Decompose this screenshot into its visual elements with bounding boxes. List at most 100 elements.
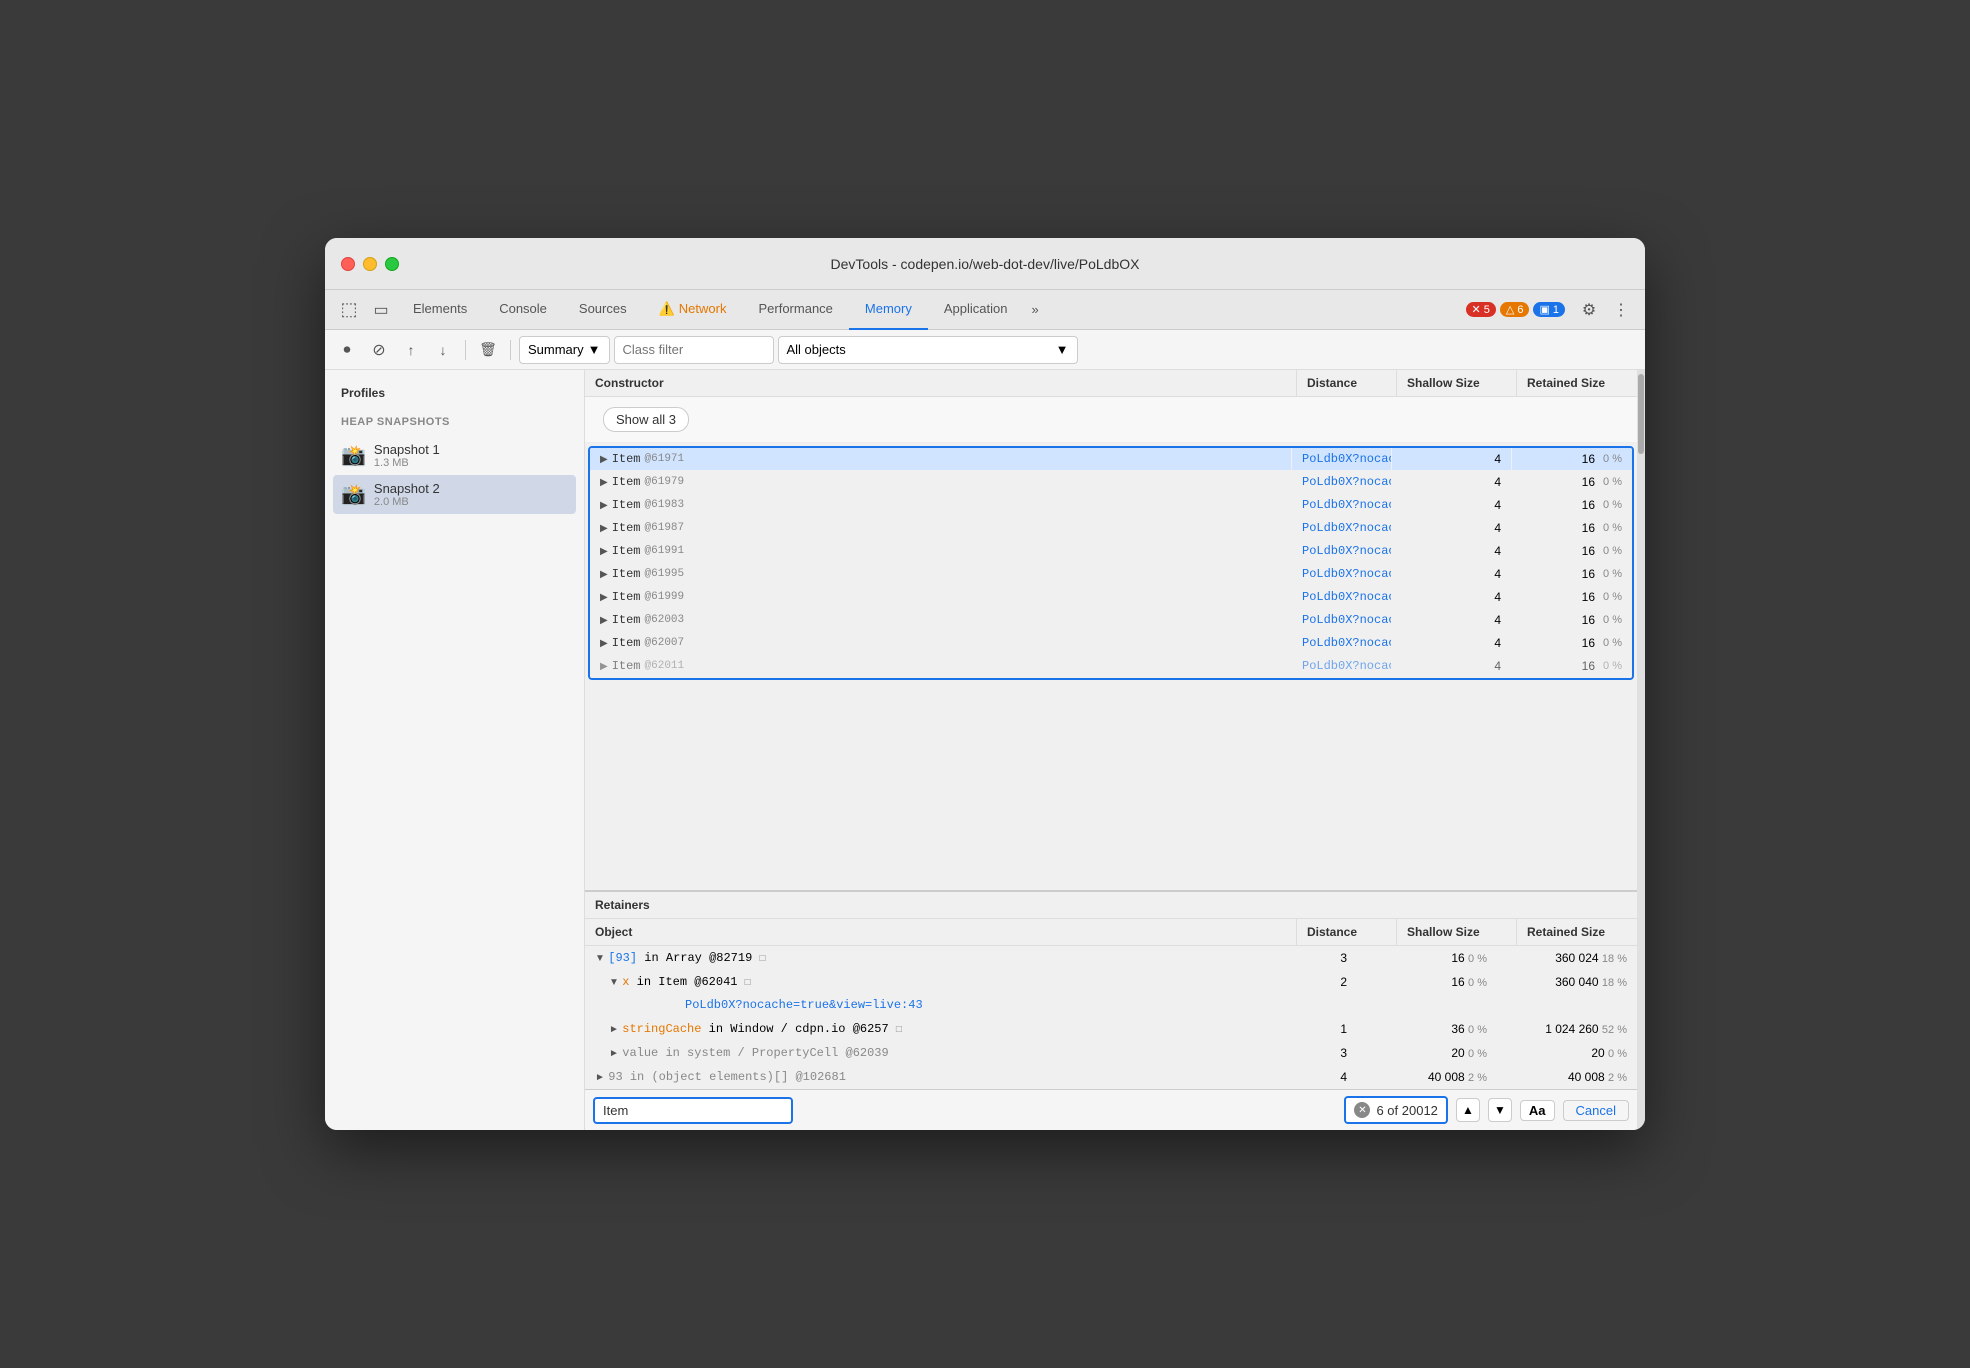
retained-size-column-header[interactable]: Retained Size <box>1517 370 1637 396</box>
object-column-header[interactable]: Object <box>585 919 1297 945</box>
link-cell[interactable]: PoLdb0X?nocache=true&view=live:43 <box>1292 609 1392 631</box>
expand-icon[interactable]: ▶ <box>600 569 608 580</box>
retainer-row[interactable]: ▼ x in Item @62041 □ 2 16 0 % 360 040 18… <box>585 970 1637 994</box>
link-cell[interactable]: PoLdb0X?nocache=true&view=live:43 <box>1292 494 1392 516</box>
inspector-icon[interactable]: ⬚ <box>333 296 365 324</box>
item-name: Item <box>612 452 641 466</box>
link-cell[interactable]: PoLdb0X?nocache=true&view=live:43 <box>1292 471 1392 493</box>
class-filter-input[interactable] <box>614 336 774 364</box>
retainers-table-body: ▼ [93] in Array @82719 □ 3 16 0 % 360 02… <box>585 946 1637 1089</box>
tab-sources[interactable]: Sources <box>563 290 643 330</box>
warning-icon: ⚠️ <box>659 301 675 317</box>
expand-icon[interactable]: ▶ <box>600 592 608 603</box>
delete-button[interactable]: 🗑 <box>474 336 502 364</box>
snapshot-1-item[interactable]: 📸 Snapshot 1 1.3 MB <box>333 436 576 475</box>
constructor-table-header: Constructor Distance Shallow Size Retain… <box>585 370 1637 397</box>
expand-icon[interactable]: ▶ <box>600 661 608 672</box>
expand-icon[interactable]: ► <box>595 1072 605 1083</box>
retainer-row[interactable]: PoLdb0X?nocache=true&view=live:43 <box>585 994 1637 1017</box>
more-options-icon[interactable]: ⋮ <box>1605 296 1637 324</box>
distance-cell: 4 <box>1392 586 1512 608</box>
expand-icon[interactable]: ▶ <box>600 523 608 534</box>
table-row[interactable]: ▶Item @62003 PoLdb0X?nocache=true&view=l… <box>590 609 1632 632</box>
ret-shallow-cell: 16 0 % <box>1357 947 1497 969</box>
link-cell[interactable]: PoLdb0X?nocache=true&view=live:43 <box>1292 632 1392 654</box>
expand-icon[interactable]: ▶ <box>600 477 608 488</box>
expand-icon[interactable]: ▶ <box>600 615 608 626</box>
retainer-link-cell[interactable]: PoLdb0X?nocache=true&view=live:43 <box>585 994 1277 1016</box>
expand-icon[interactable]: ▶ <box>600 638 608 649</box>
shallow-size-column-header[interactable]: Shallow Size <box>1397 370 1517 396</box>
retainer-row[interactable]: ► stringCache in Window / cdpn.io @6257 … <box>585 1017 1637 1041</box>
summary-dropdown[interactable]: Summary ▼ <box>519 336 610 364</box>
constructor-cell: ▶Item @61991 <box>590 540 1292 562</box>
device-toolbar-icon[interactable]: ▭ <box>365 296 397 324</box>
table-row[interactable]: ▶Item @62011 PoLdb0X?nocache=true&view=l… <box>590 655 1632 678</box>
show-all-button[interactable]: Show all 3 <box>603 407 689 432</box>
maximize-button[interactable] <box>385 257 399 271</box>
expand-icon[interactable]: ► <box>609 1024 619 1035</box>
tab-application[interactable]: Application <box>928 290 1024 330</box>
link-cell[interactable]: PoLdb0X?nocache=true&view=live:43 <box>1292 448 1392 470</box>
table-row[interactable]: ▶Item @61987 PoLdb0X?nocache=true&view=l… <box>590 517 1632 540</box>
expand-icon[interactable]: ▶ <box>600 546 608 557</box>
record-button[interactable]: ⏺ <box>333 336 361 364</box>
error-badge[interactable]: ✕ 5 <box>1466 302 1496 317</box>
tab-elements[interactable]: Elements <box>397 290 483 330</box>
snapshot-2-item[interactable]: 📸 Snapshot 2 2.0 MB <box>333 475 576 514</box>
ret-shallow-header[interactable]: Shallow Size <box>1397 919 1517 945</box>
table-row[interactable]: ▶Item @61979 PoLdb0X?nocache=true&view=l… <box>590 471 1632 494</box>
minimize-button[interactable] <box>363 257 377 271</box>
link-cell[interactable]: PoLdb0X?nocache=true&view=live:43 <box>1292 540 1392 562</box>
search-input[interactable] <box>603 1103 783 1118</box>
download-button[interactable]: ↓ <box>429 336 457 364</box>
close-button[interactable] <box>341 257 355 271</box>
tab-console[interactable]: Console <box>483 290 563 330</box>
link-cell[interactable]: PoLdb0X?nocache=true&view=live:43 <box>1292 517 1392 539</box>
tab-network[interactable]: ⚠️ Network <box>643 290 743 330</box>
ret-retained-header[interactable]: Retained Size <box>1517 919 1637 945</box>
search-clear-button[interactable]: ✕ <box>1354 1102 1370 1118</box>
retainer-row[interactable]: ► value in system / PropertyCell @62039 … <box>585 1041 1637 1065</box>
table-row[interactable]: ▶Item @61983 PoLdb0X?nocache=true&view=l… <box>590 494 1632 517</box>
expand-icon[interactable]: ▼ <box>595 953 605 964</box>
warning-badge[interactable]: △ 6 <box>1500 302 1530 317</box>
tab-memory[interactable]: Memory <box>849 290 928 330</box>
scrollbar[interactable] <box>1637 370 1645 1130</box>
upload-button[interactable]: ↑ <box>397 336 425 364</box>
retainer-row[interactable]: ▼ [93] in Array @82719 □ 3 16 0 % 360 02… <box>585 946 1637 970</box>
search-prev-button[interactable]: ▲ <box>1456 1098 1480 1122</box>
all-objects-dropdown[interactable]: All objects ▼ <box>778 336 1078 364</box>
retainer-row[interactable]: ► 93 in (object elements)[] @102681 4 40… <box>585 1065 1637 1089</box>
match-case-button[interactable]: Aa <box>1520 1100 1555 1121</box>
constructor-column-header[interactable]: Constructor <box>585 370 1297 396</box>
memory-toolbar: ⏺ ⊘ ↑ ↓ 🗑 Summary ▼ All objects ▼ <box>325 330 1645 370</box>
table-row[interactable]: ▶ Item @61971 PoLdb0X?nocache=true&view=… <box>590 448 1632 471</box>
ret-distance-cell: 3 <box>1277 947 1357 969</box>
expand-icon[interactable]: ▶ <box>600 500 608 511</box>
cancel-search-button[interactable]: Cancel <box>1563 1100 1629 1121</box>
expand-icon[interactable]: ▼ <box>609 977 619 988</box>
tab-performance[interactable]: Performance <box>742 290 848 330</box>
table-row[interactable]: ▶Item @61999 PoLdb0X?nocache=true&view=l… <box>590 586 1632 609</box>
search-next-button[interactable]: ▼ <box>1488 1098 1512 1122</box>
devtools-window: DevTools - codepen.io/web-dot-dev/live/P… <box>325 238 1645 1130</box>
more-tabs-button[interactable]: » <box>1023 302 1046 317</box>
distance-column-header[interactable]: Distance <box>1297 370 1397 396</box>
link-cell[interactable]: PoLdb0X?nocache=true&view=live:43 <box>1292 563 1392 585</box>
link-cell[interactable]: PoLdb0X?nocache=true&view=live:43 <box>1292 586 1392 608</box>
table-row[interactable]: ▶Item @62007 PoLdb0X?nocache=true&view=l… <box>590 632 1632 655</box>
info-badge[interactable]: ▣ 1 <box>1533 302 1565 317</box>
table-row[interactable]: ▶Item @61991 PoLdb0X?nocache=true&view=l… <box>590 540 1632 563</box>
retainer-text: x in Item @62041 <box>622 975 744 989</box>
expand-icon[interactable]: ► <box>609 1048 619 1059</box>
link-cell[interactable]: PoLdb0X?nocache=true&view=live:4... <box>1292 655 1392 677</box>
shallow-cell: 160 % <box>1512 448 1632 470</box>
expand-icon[interactable]: ▶ <box>600 454 608 465</box>
table-row[interactable]: ▶Item @61995 PoLdb0X?nocache=true&view=l… <box>590 563 1632 586</box>
ret-distance-header[interactable]: Distance <box>1297 919 1397 945</box>
clear-button[interactable]: ⊘ <box>365 336 393 364</box>
ret-retained-cell2 <box>1497 1001 1637 1009</box>
retainers-header-label: Retainers <box>585 890 1637 919</box>
settings-icon[interactable]: ⚙ <box>1573 296 1605 324</box>
